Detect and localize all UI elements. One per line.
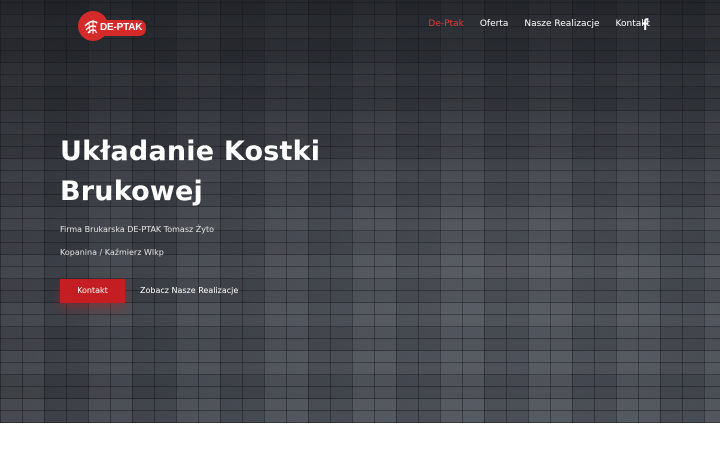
contact-button[interactable]: Kontakt xyxy=(60,279,125,303)
nav-item-nasze-realizacje[interactable]: Nasze Realizacje xyxy=(524,19,599,29)
hero-section: DE-PTAK De-Ptak Oferta Nasze Realizacje … xyxy=(0,0,720,423)
main-nav: De-Ptak Oferta Nasze Realizacje Kontakt xyxy=(428,19,650,29)
nav-item-oferta[interactable]: Oferta xyxy=(480,19,509,29)
logo-text: DE-PTAK xyxy=(96,20,147,36)
hero-subtitle-company: Firma Brukarska DE-PTAK Tomasz Żyto xyxy=(60,225,214,234)
facebook-icon[interactable] xyxy=(641,18,649,30)
logo[interactable]: DE-PTAK xyxy=(78,11,147,41)
nav-item-de-ptak[interactable]: De-Ptak xyxy=(428,19,463,29)
hero-title-line1: Układanie Kostki xyxy=(60,136,321,167)
hero-title-line2: Brukowej xyxy=(60,176,204,207)
see-realizations-link[interactable]: Zobacz Nasze Realizacje xyxy=(140,279,238,303)
site-header: DE-PTAK De-Ptak Oferta Nasze Realizacje … xyxy=(0,0,720,52)
hero-title: Układanie Kostki Brukowej xyxy=(60,132,360,212)
hero-subtitle-location: Kopanina / Kaźmierz Wlkp xyxy=(60,248,164,257)
